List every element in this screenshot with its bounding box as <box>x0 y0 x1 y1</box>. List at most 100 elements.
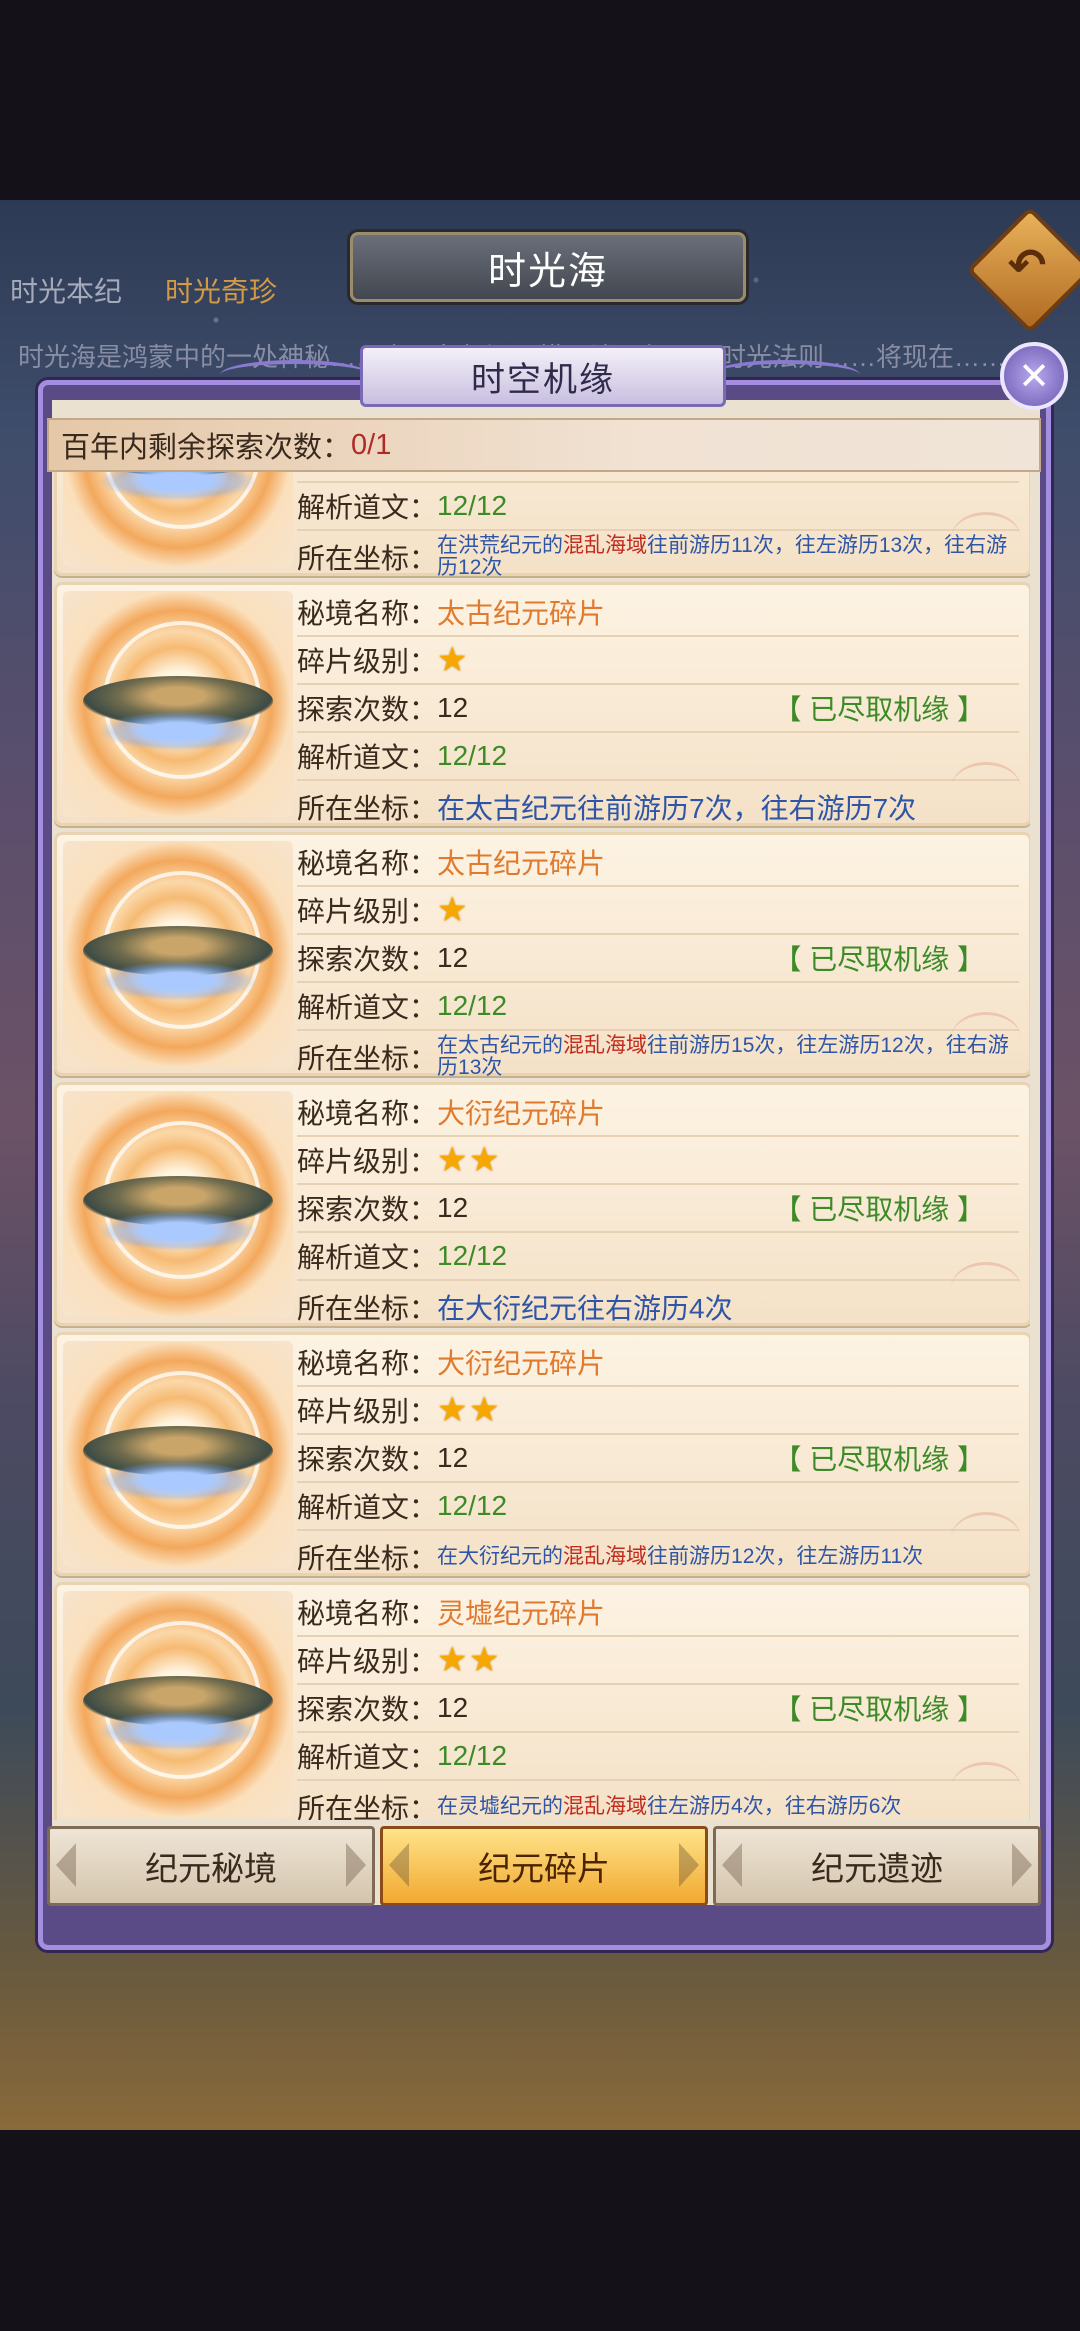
fragment-card[interactable]: 秘境名称： 灵墟纪元碎片碎片级别： ★ ★ 探索次数： 12 【 已尽取机缘 】解析道文： 1… <box>54 1582 1030 1820</box>
label-coord: 所在坐标： <box>297 543 438 574</box>
coord-text: 在大衍纪元的混乱海域往前游历12次，往左游历11次 <box>437 1546 1019 1568</box>
tab-era-fragment[interactable]: 纪元碎片 <box>380 1826 708 1906</box>
fragment-fields: 秘境名称： 太古纪元碎片 碎片级别： ★ 探索次数： 12 【 已尽取机缘 】解析道文： 12… <box>297 589 1019 833</box>
row-analysis: 解析道文： 12/12 <box>297 1733 1019 1781</box>
label-coord: 所在坐标： <box>297 1793 438 1820</box>
analysis-progress: 12/12 <box>437 490 508 521</box>
label-coord: 所在坐标： <box>297 793 438 824</box>
label-explore: 探索次数： <box>297 694 438 725</box>
card-ornament <box>951 762 1021 815</box>
fragment-name: 灵墟纪元碎片 <box>437 1598 606 1629</box>
label-coord: 所在坐标： <box>297 1293 438 1324</box>
row-coord: 所在坐标： 在大衍纪元的混乱海域往前游历12次，往左游历11次 <box>297 1531 1019 1583</box>
fragment-card[interactable]: 秘境名称： 太古纪元碎片 碎片级别： ★ 探索次数： 12 【 已尽取机缘 】解析道文： 12… <box>54 582 1030 826</box>
tab-era-secret-realm[interactable]: 纪元秘境 <box>47 1826 375 1906</box>
tab-arrow-left-icon <box>56 1843 76 1887</box>
row-name: 秘境名称： 太古纪元碎片 <box>297 839 1019 887</box>
card-ornament <box>951 512 1021 565</box>
row-level: 碎片级别： ★ <box>297 637 1019 685</box>
dialog-title-text: 时空机缘 <box>471 360 615 399</box>
fragment-list[interactable]: 秘境名称：碎片级别：探索次数：解析道文：12/12所在坐标：在洪荒纪元的混乱海域… <box>52 472 1030 1820</box>
title-ornament-right <box>710 360 860 390</box>
star-icon: ★ <box>469 1641 500 1679</box>
coord-text: 在大衍纪元往右游历4次 <box>437 1287 1019 1327</box>
row-level: 碎片级别： ★ ★ <box>297 1387 1019 1435</box>
fragment-fields: 秘境名称：碎片级别：探索次数：解析道文：12/12所在坐标：在洪荒纪元的混乱海域… <box>297 472 1019 583</box>
label-analysis: 解析道文： <box>297 1492 438 1523</box>
label-coord: 所在坐标： <box>297 1543 438 1574</box>
row-coord: 所在坐标： 在洪荒纪元的混乱海域往前游历11次，往左游历13次，往右游历12次 <box>297 531 1019 583</box>
star-icon: ★ <box>437 1391 468 1429</box>
tab-shiguang-qizhen[interactable]: 时光奇珍 <box>165 270 277 310</box>
tab-label: 纪元秘境 <box>145 1850 277 1887</box>
star-icon: ★ <box>469 1391 500 1429</box>
label-level: 碎片级别： <box>297 646 438 677</box>
coord-highlight: 混乱海域 <box>563 534 648 557</box>
label-analysis: 解析道文： <box>297 492 438 523</box>
fragment-card[interactable]: 秘境名称： 大衍纪元碎片 碎片级别： ★ ★ 探索次数： 12 【 已尽取机缘 】解析道文： 1… <box>54 1082 1030 1326</box>
status-exhausted: 【 已尽取机缘 】 <box>773 1194 985 1225</box>
coord-part: 在大衍纪元的 <box>437 1545 564 1568</box>
row-level: 碎片级别： ★ <box>297 887 1019 935</box>
fragment-fields: 秘境名称： 太古纪元碎片 碎片级别： ★ 探索次数： 12 【 已尽取机缘 】解析道文： 12… <box>297 839 1019 1083</box>
cloud-glow <box>98 711 258 751</box>
card-ornament <box>951 1512 1021 1565</box>
coord-text: 在太古纪元的混乱海域往前游历15次，往左游历12次，往右游历13次 <box>437 1035 1019 1079</box>
analysis-progress: 12/12 <box>437 740 508 771</box>
coord-highlight: 混乱海域 <box>563 1034 648 1057</box>
row-explore: 探索次数： 12 【 已尽取机缘 】 <box>297 1435 1019 1483</box>
row-analysis: 解析道文： 12/12 <box>297 483 1019 531</box>
label-explore: 探索次数： <box>297 1694 438 1725</box>
label-analysis: 解析道文： <box>297 1742 438 1773</box>
coord-text: 在洪荒纪元的混乱海域往前游历11次，往左游历13次，往右游历12次 <box>437 535 1019 579</box>
tab-era-ruins[interactable]: 纪元遗迹 <box>713 1826 1041 1906</box>
fragment-fields: 秘境名称： 灵墟纪元碎片碎片级别： ★ ★ 探索次数： 12 【 已尽取机缘 】解析道文： 1… <box>297 1589 1019 1820</box>
back-arrow-icon: ↶ <box>1007 239 1047 291</box>
label-explore: 探索次数： <box>297 1194 438 1225</box>
coord-highlight: 混乱海域 <box>563 1795 648 1818</box>
row-coord: 所在坐标： 在灵墟纪元的混乱海域往左游历4次，往右游历6次 <box>297 1781 1019 1820</box>
explore-count: 12 <box>437 942 469 973</box>
label-analysis: 解析道文： <box>297 1242 438 1273</box>
tab-arrow-left-icon <box>722 1843 742 1887</box>
row-explore: 探索次数： 12 【 已尽取机缘 】 <box>297 1685 1019 1733</box>
label-name: 秘境名称： <box>297 598 438 629</box>
dialog-title: 时空机缘 <box>360 345 726 407</box>
fragment-card[interactable]: 秘境名称： 大衍纪元碎片 碎片级别： ★ ★ 探索次数： 12 【 已尽取机缘 】解析道文： 1… <box>54 1332 1030 1576</box>
row-coord: 所在坐标： 在大衍纪元往右游历4次 <box>297 1281 1019 1333</box>
page-title-text: 时光海 <box>487 250 608 293</box>
label-name: 秘境名称： <box>297 1598 438 1629</box>
status-exhausted: 【 已尽取机缘 】 <box>773 1694 985 1725</box>
row-name: 秘境名称： 大衍纪元碎片 <box>297 1089 1019 1137</box>
tab-arrow-left-icon <box>389 1843 409 1887</box>
row-name: 秘境名称： 太古纪元碎片 <box>297 589 1019 637</box>
row-analysis: 解析道文： 12/12 <box>297 733 1019 781</box>
fragment-name: 大衍纪元碎片 <box>437 1098 606 1129</box>
status-exhausted: 【 已尽取机缘 】 <box>773 1444 985 1475</box>
status-exhausted: 【 已尽取机缘 】 <box>773 694 985 725</box>
tab-shiguang-benji[interactable]: 时光本纪 <box>10 270 122 310</box>
fragment-name: 太古纪元碎片 <box>437 598 606 629</box>
explore-count: 12 <box>437 692 469 723</box>
row-explore: 探索次数： 12 【 已尽取机缘 】 <box>297 685 1019 733</box>
star-icon: ★ <box>469 1141 500 1179</box>
analysis-progress: 12/12 <box>437 990 508 1021</box>
title-ornament-left <box>220 360 370 390</box>
card-ornament <box>951 1012 1021 1065</box>
card-ornament <box>951 1762 1021 1815</box>
close-button[interactable]: ✕ <box>1000 342 1068 410</box>
star-icon: ★ <box>437 1141 468 1179</box>
fragment-card[interactable]: 秘境名称： 太古纪元碎片 碎片级别： ★ 探索次数： 12 【 已尽取机缘 】解析道文： 12… <box>54 832 1030 1079</box>
row-coord: 所在坐标： 在太古纪元往前游历7次，往右游历7次 <box>297 781 1019 833</box>
remaining-label: 百年内剩余探索次数： <box>61 432 352 464</box>
cloud-glow <box>98 1461 258 1501</box>
label-name: 秘境名称： <box>297 848 438 879</box>
fragment-image <box>63 1091 293 1317</box>
star-icon: ★ <box>437 641 468 679</box>
fragment-card[interactable]: 秘境名称：碎片级别：探索次数：解析道文：12/12所在坐标：在洪荒纪元的混乱海域… <box>54 472 1030 579</box>
label-name: 秘境名称： <box>297 1098 438 1129</box>
tab-arrow-right-icon <box>346 1843 366 1887</box>
label-coord: 所在坐标： <box>297 1043 438 1074</box>
row-level: 碎片级别： ★ ★ <box>297 1637 1019 1685</box>
close-icon: ✕ <box>1018 355 1050 398</box>
